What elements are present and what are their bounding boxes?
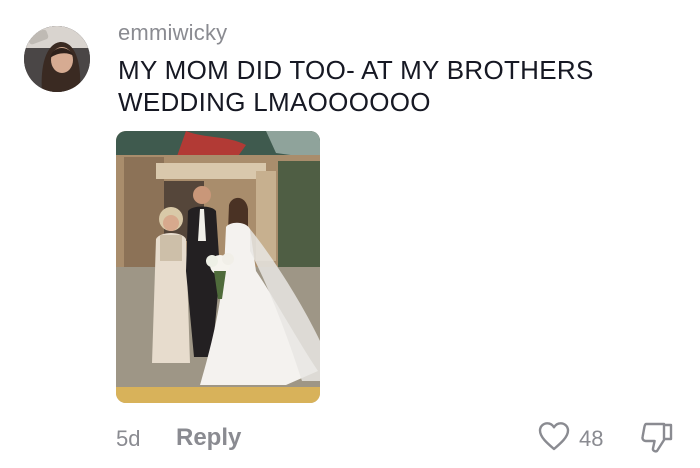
comment-time: 5d [116, 426, 141, 451]
reply-button[interactable]: Reply [176, 424, 241, 452]
dislike-button[interactable] [638, 420, 676, 459]
comment-text: MY MOM DID TOO- AT MY BROTHERS WEDDING L… [118, 55, 594, 117]
comment-item: emmiwicky MY MOM DID TOO- AT MY BROTHERS… [0, 0, 700, 468]
thumbs-down-outline-icon[interactable] [638, 422, 676, 458]
comment-username[interactable]: emmiwicky [118, 20, 227, 46]
comment-photo[interactable] [116, 131, 320, 403]
like-button[interactable]: 48 [537, 420, 603, 457]
like-count: 48 [579, 425, 604, 451]
avatar[interactable] [24, 26, 90, 92]
heart-outline-icon[interactable] [537, 420, 571, 457]
